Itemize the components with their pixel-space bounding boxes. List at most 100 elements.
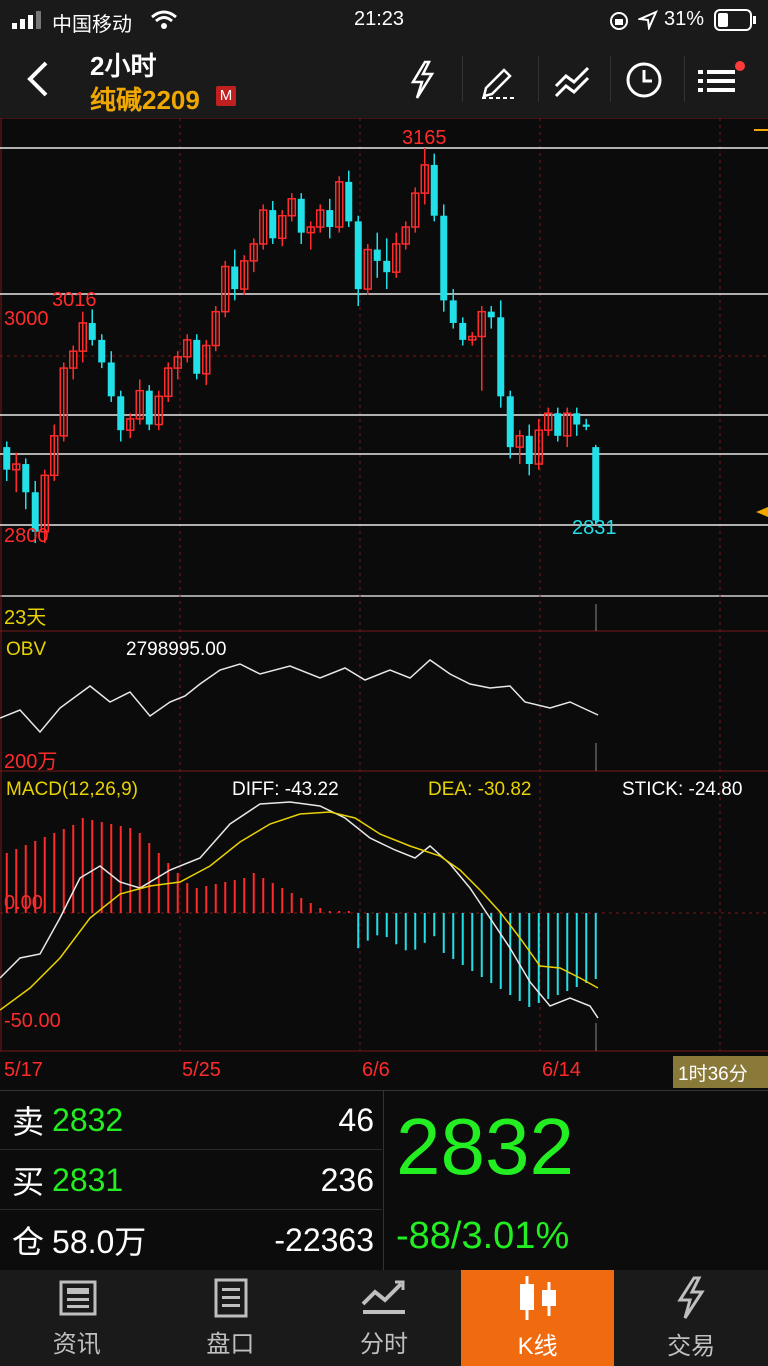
macd-lines bbox=[0, 801, 599, 1019]
candle-body bbox=[88, 322, 96, 340]
level-3016-label: 3016 bbox=[52, 289, 97, 311]
candle-body bbox=[573, 413, 581, 425]
obv-title: OBV bbox=[6, 639, 46, 660]
candle-body bbox=[383, 260, 391, 273]
date-label: 5/17 bbox=[4, 1059, 43, 1081]
macd-histogram bbox=[5, 818, 597, 1007]
oi-label: 仓 bbox=[12, 1224, 45, 1260]
macd-dea-line bbox=[0, 811, 599, 1011]
trend-lines-icon bbox=[554, 66, 590, 98]
kline-chart[interactable]: 3165 3016 3000 2800 2831 23天 OBV 2798995… bbox=[0, 117, 768, 1090]
countdown-text: 1时36分 bbox=[678, 1063, 748, 1085]
wifi-icon bbox=[151, 10, 177, 29]
candle-body bbox=[440, 215, 448, 301]
bid-volume: 236 bbox=[320, 1161, 374, 1198]
obv-polyline bbox=[0, 659, 599, 734]
rotation-lock-icon bbox=[610, 12, 628, 30]
candle-body bbox=[525, 435, 533, 465]
date-label: 6/6 bbox=[362, 1059, 390, 1081]
candle-series bbox=[3, 148, 600, 544]
period-title[interactable]: 2小时 bbox=[90, 46, 156, 83]
candle-body bbox=[145, 390, 153, 425]
nav-orderbook[interactable]: 盘口 bbox=[154, 1270, 308, 1366]
candle-body bbox=[117, 396, 125, 431]
candle-body bbox=[497, 317, 505, 397]
bid-row[interactable]: 买 2831 236 bbox=[0, 1151, 382, 1210]
oi-value: 58.0万 bbox=[52, 1224, 147, 1260]
candle-body bbox=[231, 266, 239, 290]
lightning-icon bbox=[410, 60, 435, 99]
candle-body bbox=[373, 249, 381, 261]
candle-body bbox=[354, 221, 362, 290]
obv-value: 2798995.00 bbox=[126, 639, 226, 660]
lightning-icon bbox=[677, 1276, 705, 1319]
clock: 21:23 bbox=[354, 8, 405, 30]
low-price-label: 2831 bbox=[572, 517, 617, 539]
flash-trade-button[interactable] bbox=[394, 52, 450, 108]
ask-label: 卖 bbox=[12, 1104, 45, 1140]
ask-row[interactable]: 卖 2832 46 bbox=[0, 1091, 382, 1150]
menu-button[interactable] bbox=[692, 52, 748, 108]
oi-change: -22363 bbox=[274, 1221, 374, 1258]
nav-label: 盘口 bbox=[206, 1330, 255, 1358]
chart-canvas[interactable]: 3165 3016 3000 2800 2831 23天 OBV 2798995… bbox=[0, 117, 768, 1090]
bid-price: 2831 bbox=[52, 1161, 124, 1198]
candle-body bbox=[297, 198, 305, 233]
quote-divider bbox=[383, 1091, 384, 1271]
candle-body bbox=[506, 396, 514, 448]
ask-volume: 46 bbox=[338, 1101, 374, 1138]
macd-stick: STICK: -24.80 bbox=[622, 779, 742, 800]
nav-label: 资讯 bbox=[52, 1330, 101, 1358]
nav-label: 交易 bbox=[667, 1332, 716, 1360]
macd-dea: DEA: -30.82 bbox=[428, 779, 532, 800]
open-interest-row: 仓 58.0万 -22363 bbox=[0, 1211, 382, 1269]
macd-low-label: -50.00 bbox=[4, 1010, 61, 1032]
nav-kline[interactable]: K线 bbox=[460, 1270, 615, 1366]
draw-tool-button[interactable] bbox=[470, 52, 526, 108]
candle-body bbox=[326, 210, 334, 228]
candle-body bbox=[269, 210, 277, 239]
obv-axis-label: 200万 bbox=[4, 751, 57, 773]
candlestick-icon bbox=[519, 1275, 556, 1320]
header-divider bbox=[538, 56, 539, 102]
app-header: 2小时 纯碱2209 M bbox=[0, 40, 768, 118]
indicator-button[interactable] bbox=[544, 52, 600, 108]
candle-body bbox=[22, 464, 30, 493]
price-change: -88/3.01% bbox=[396, 1215, 570, 1257]
nav-trade[interactable]: 交易 bbox=[614, 1270, 768, 1366]
candle-body bbox=[107, 362, 115, 397]
pencil-icon bbox=[482, 68, 516, 99]
menu-icon bbox=[698, 61, 745, 92]
candle-body bbox=[459, 322, 467, 340]
high-price-label: 3165 bbox=[402, 127, 447, 149]
news-icon bbox=[59, 1280, 97, 1315]
nav-news[interactable]: 资讯 bbox=[0, 1270, 154, 1366]
candle-body bbox=[554, 413, 562, 436]
status-bar: 中国移动 21:23 31% bbox=[0, 0, 768, 40]
axis-3000-label: 3000 bbox=[4, 308, 49, 330]
notification-dot bbox=[735, 61, 745, 71]
bid-label: 买 bbox=[12, 1164, 45, 1200]
obv-line bbox=[0, 659, 599, 734]
macd-zero-label: 0.00 bbox=[4, 892, 43, 914]
orderbook-icon bbox=[214, 1278, 248, 1317]
period-select-button[interactable] bbox=[616, 52, 672, 108]
header-divider bbox=[610, 56, 611, 102]
header-divider bbox=[462, 56, 463, 102]
last-price: 2832 bbox=[396, 1102, 574, 1191]
symbol-title[interactable]: 纯碱2209 bbox=[90, 80, 200, 117]
candle-body bbox=[487, 311, 495, 318]
nav-timeshare[interactable]: 分时 bbox=[307, 1270, 461, 1366]
main-contract-badge: M bbox=[216, 86, 236, 106]
period-days-label: 23天 bbox=[4, 607, 46, 629]
macd-diff-line bbox=[0, 801, 599, 1019]
carrier-name: 中国移动 bbox=[52, 14, 132, 36]
candle-body bbox=[98, 339, 106, 363]
macd-diff: DIFF: -43.22 bbox=[232, 779, 339, 800]
battery-icon bbox=[714, 9, 756, 31]
back-icon[interactable] bbox=[24, 60, 50, 98]
chart-grid bbox=[0, 117, 768, 1052]
signal-icon bbox=[12, 11, 41, 29]
candle-body bbox=[592, 447, 600, 521]
axis-2800-label: 2800 bbox=[4, 525, 49, 547]
